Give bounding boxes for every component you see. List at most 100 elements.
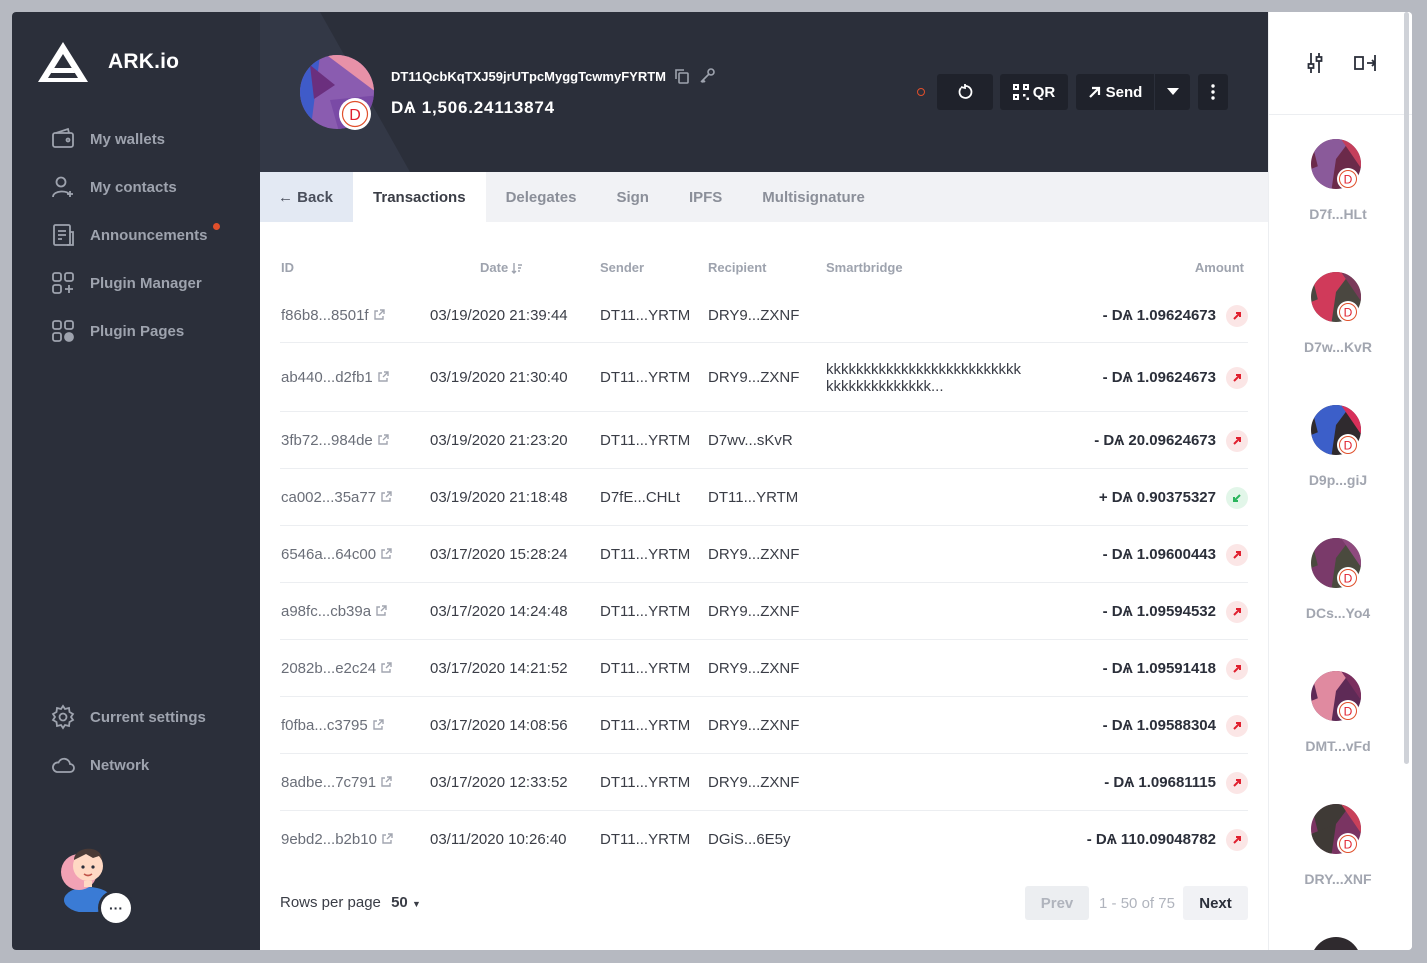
- filter-sliders-icon[interactable]: [1306, 52, 1324, 74]
- sidebar-item-plugin-manager[interactable]: Plugin Manager: [50, 270, 202, 296]
- prev-page-button[interactable]: Prev: [1025, 886, 1089, 920]
- transaction-recipient[interactable]: DRY9...ZXNF: [708, 307, 799, 324]
- transaction-id-link[interactable]: 6546a...64c00: [281, 546, 392, 563]
- back-button[interactable]: ← Back: [260, 172, 354, 222]
- transaction-id-link[interactable]: 8adbe...7c791: [281, 774, 392, 791]
- transaction-id-link[interactable]: 9ebd2...b2b10: [281, 831, 393, 848]
- wallet-list-item[interactable]: D DRY...XNF: [1269, 804, 1407, 887]
- wallet-list-panel: D D7f...HLt D D7w...KvR D D9p...giJ D DC…: [1268, 12, 1412, 950]
- external-link-icon: [380, 662, 392, 674]
- wallet-list-item[interactable]: D DMT...vFd: [1269, 671, 1407, 754]
- transaction-sender[interactable]: DT11...YRTM: [600, 546, 690, 563]
- rows-per-page-select[interactable]: 50 ▼: [391, 894, 421, 911]
- wallet-list-item[interactable]: D D9p...giJ: [1269, 405, 1407, 488]
- transaction-recipient[interactable]: DT11...YRTM: [708, 489, 798, 506]
- sidebar-item-plugin-pages[interactable]: Plugin Pages: [50, 318, 184, 344]
- table-row[interactable]: ca002...35a77 03/19/2020 21:18:48 D7fE...C…: [280, 468, 1248, 525]
- sidebar-item-announcements[interactable]: Announcements: [50, 222, 220, 248]
- wallet-list-item-partial[interactable]: [1269, 937, 1407, 950]
- transaction-id-link[interactable]: a98fc...cb39a: [281, 603, 387, 620]
- transaction-recipient[interactable]: DRY9...ZXNF: [708, 717, 799, 734]
- transaction-sender[interactable]: DT11...YRTM: [600, 432, 690, 449]
- table-row[interactable]: 3fb72...984de 03/19/2020 21:23:20 DT11...Y…: [280, 411, 1248, 468]
- column-header-recipient[interactable]: Recipient: [708, 260, 767, 275]
- transaction-id-link[interactable]: ab440...d2fb1: [281, 369, 389, 386]
- tab-delegates[interactable]: Delegates: [486, 172, 597, 222]
- transaction-sender[interactable]: DT11...YRTM: [600, 603, 690, 620]
- transaction-recipient[interactable]: DRY9...ZXNF: [708, 369, 799, 386]
- wallet-address: DT11QcbKqTXJ59jrUTpcMyggTcwmyFYRTM: [391, 67, 716, 85]
- transaction-sender[interactable]: DT11...YRTM: [600, 774, 690, 791]
- transaction-sender[interactable]: DT11...YRTM: [600, 307, 690, 324]
- transaction-sender[interactable]: DT11...YRTM: [600, 660, 690, 677]
- sidebar-item-my-contacts[interactable]: My contacts: [50, 174, 177, 200]
- user-menu-button[interactable]: ···: [101, 893, 131, 923]
- copy-icon[interactable]: [674, 68, 690, 84]
- app-logo[interactable]: ARK.io: [36, 40, 179, 84]
- transaction-date: 03/19/2020 21:23:20: [430, 431, 568, 449]
- refresh-button[interactable]: [937, 74, 993, 110]
- wallet-name: D9p...giJ: [1308, 472, 1368, 488]
- wallet-name: DMT...vFd: [1305, 738, 1371, 754]
- wallet-list-item[interactable]: D D7w...KvR: [1269, 272, 1407, 355]
- wallet-list-item[interactable]: D DCs...Yo4: [1269, 538, 1407, 621]
- table-row[interactable]: 9ebd2...b2b10 03/11/2020 10:26:40 DT11...Y…: [280, 810, 1248, 867]
- column-header-sender[interactable]: Sender: [600, 260, 644, 275]
- send-dropdown-button[interactable]: [1155, 74, 1190, 110]
- transaction-sender[interactable]: DT11...YRTM: [600, 717, 690, 734]
- tab-transactions[interactable]: Transactions: [353, 172, 486, 222]
- external-link-icon: [377, 371, 389, 383]
- table-row[interactable]: 8adbe...7c791 03/17/2020 12:33:52 DT11...Y…: [280, 753, 1248, 810]
- user-profile[interactable]: ···: [58, 834, 138, 924]
- scrollbar[interactable]: [1404, 12, 1409, 764]
- transaction-recipient[interactable]: DGiS...6E5y: [708, 831, 791, 848]
- svg-text:D: D: [1344, 173, 1353, 187]
- transaction-recipient[interactable]: DRY9...ZXNF: [708, 603, 799, 620]
- cloud-icon: [52, 757, 75, 773]
- sidebar-item-current-settings[interactable]: Current settings: [50, 704, 206, 730]
- send-button[interactable]: Send: [1076, 74, 1154, 110]
- transaction-recipient[interactable]: DRY9...ZXNF: [708, 660, 799, 677]
- wallet-avatar: D: [1311, 272, 1361, 323]
- tab-multisignature[interactable]: Multisignature: [742, 172, 885, 222]
- qr-button[interactable]: QR: [1000, 74, 1068, 110]
- wallet-tabs: ← Back Transactions Delegates Sign IPFS …: [260, 172, 1268, 222]
- tab-sign[interactable]: Sign: [596, 172, 669, 222]
- wallet-list-item[interactable]: D D7f...HLt: [1269, 139, 1407, 222]
- tab-ipfs[interactable]: IPFS: [669, 172, 742, 222]
- sidebar-item-network[interactable]: Network: [50, 752, 149, 778]
- transaction-id-link[interactable]: f86b8...8501f: [281, 307, 385, 324]
- key-icon[interactable]: [698, 67, 716, 85]
- wallet-name: DCs...Yo4: [1305, 605, 1371, 621]
- transaction-recipient[interactable]: D7wv...sKvR: [708, 432, 793, 449]
- table-row[interactable]: a98fc...cb39a 03/17/2020 14:24:48 DT11...Y…: [280, 582, 1248, 639]
- transaction-sender[interactable]: D7fE...CHLt: [600, 489, 680, 506]
- transaction-date: 03/17/2020 14:24:48: [430, 602, 568, 620]
- column-header-smartbridge[interactable]: Smartbridge: [826, 260, 903, 275]
- more-options-button[interactable]: [1198, 74, 1228, 110]
- table-row[interactable]: ab440...d2fb1 03/19/2020 21:30:40 DT11...Y…: [280, 342, 1248, 411]
- table-row[interactable]: f0fba...c3795 03/17/2020 14:08:56 DT11...Y…: [280, 696, 1248, 753]
- transaction-amount: - DѦ 1.09594532: [1102, 602, 1216, 620]
- table-row[interactable]: 2082b...e2c24 03/17/2020 14:21:52 DT11...Y…: [280, 639, 1248, 696]
- column-header-amount[interactable]: Amount: [1195, 260, 1244, 275]
- transaction-id-link[interactable]: ca002...35a77: [281, 489, 392, 506]
- column-header-id[interactable]: ID: [281, 260, 294, 275]
- transaction-recipient[interactable]: DRY9...ZXNF: [708, 774, 799, 791]
- table-row[interactable]: 6546a...64c00 03/17/2020 15:28:24 DT11...Y…: [280, 525, 1248, 582]
- avatar-letter: D: [349, 107, 361, 124]
- sent-arrow-icon: [1226, 543, 1248, 566]
- transaction-id-link[interactable]: 2082b...e2c24: [281, 660, 392, 677]
- transaction-id-link[interactable]: f0fba...c3795: [281, 717, 384, 734]
- external-link-icon: [373, 309, 385, 321]
- transaction-id-link[interactable]: 3fb72...984de: [281, 432, 389, 449]
- next-page-button[interactable]: Next: [1183, 886, 1248, 920]
- table-row[interactable]: f86b8...8501f 03/19/2020 21:39:44 DT11...Y…: [280, 289, 1248, 342]
- column-header-date[interactable]: Date: [480, 260, 523, 275]
- transaction-sender[interactable]: DT11...YRTM: [600, 369, 690, 386]
- sidebar-item-my-wallets[interactable]: My wallets: [50, 126, 165, 152]
- external-link-icon: [380, 776, 392, 788]
- collapse-panel-icon[interactable]: [1353, 54, 1376, 72]
- transaction-recipient[interactable]: DRY9...ZXNF: [708, 546, 799, 563]
- transaction-sender[interactable]: DT11...YRTM: [600, 831, 690, 848]
